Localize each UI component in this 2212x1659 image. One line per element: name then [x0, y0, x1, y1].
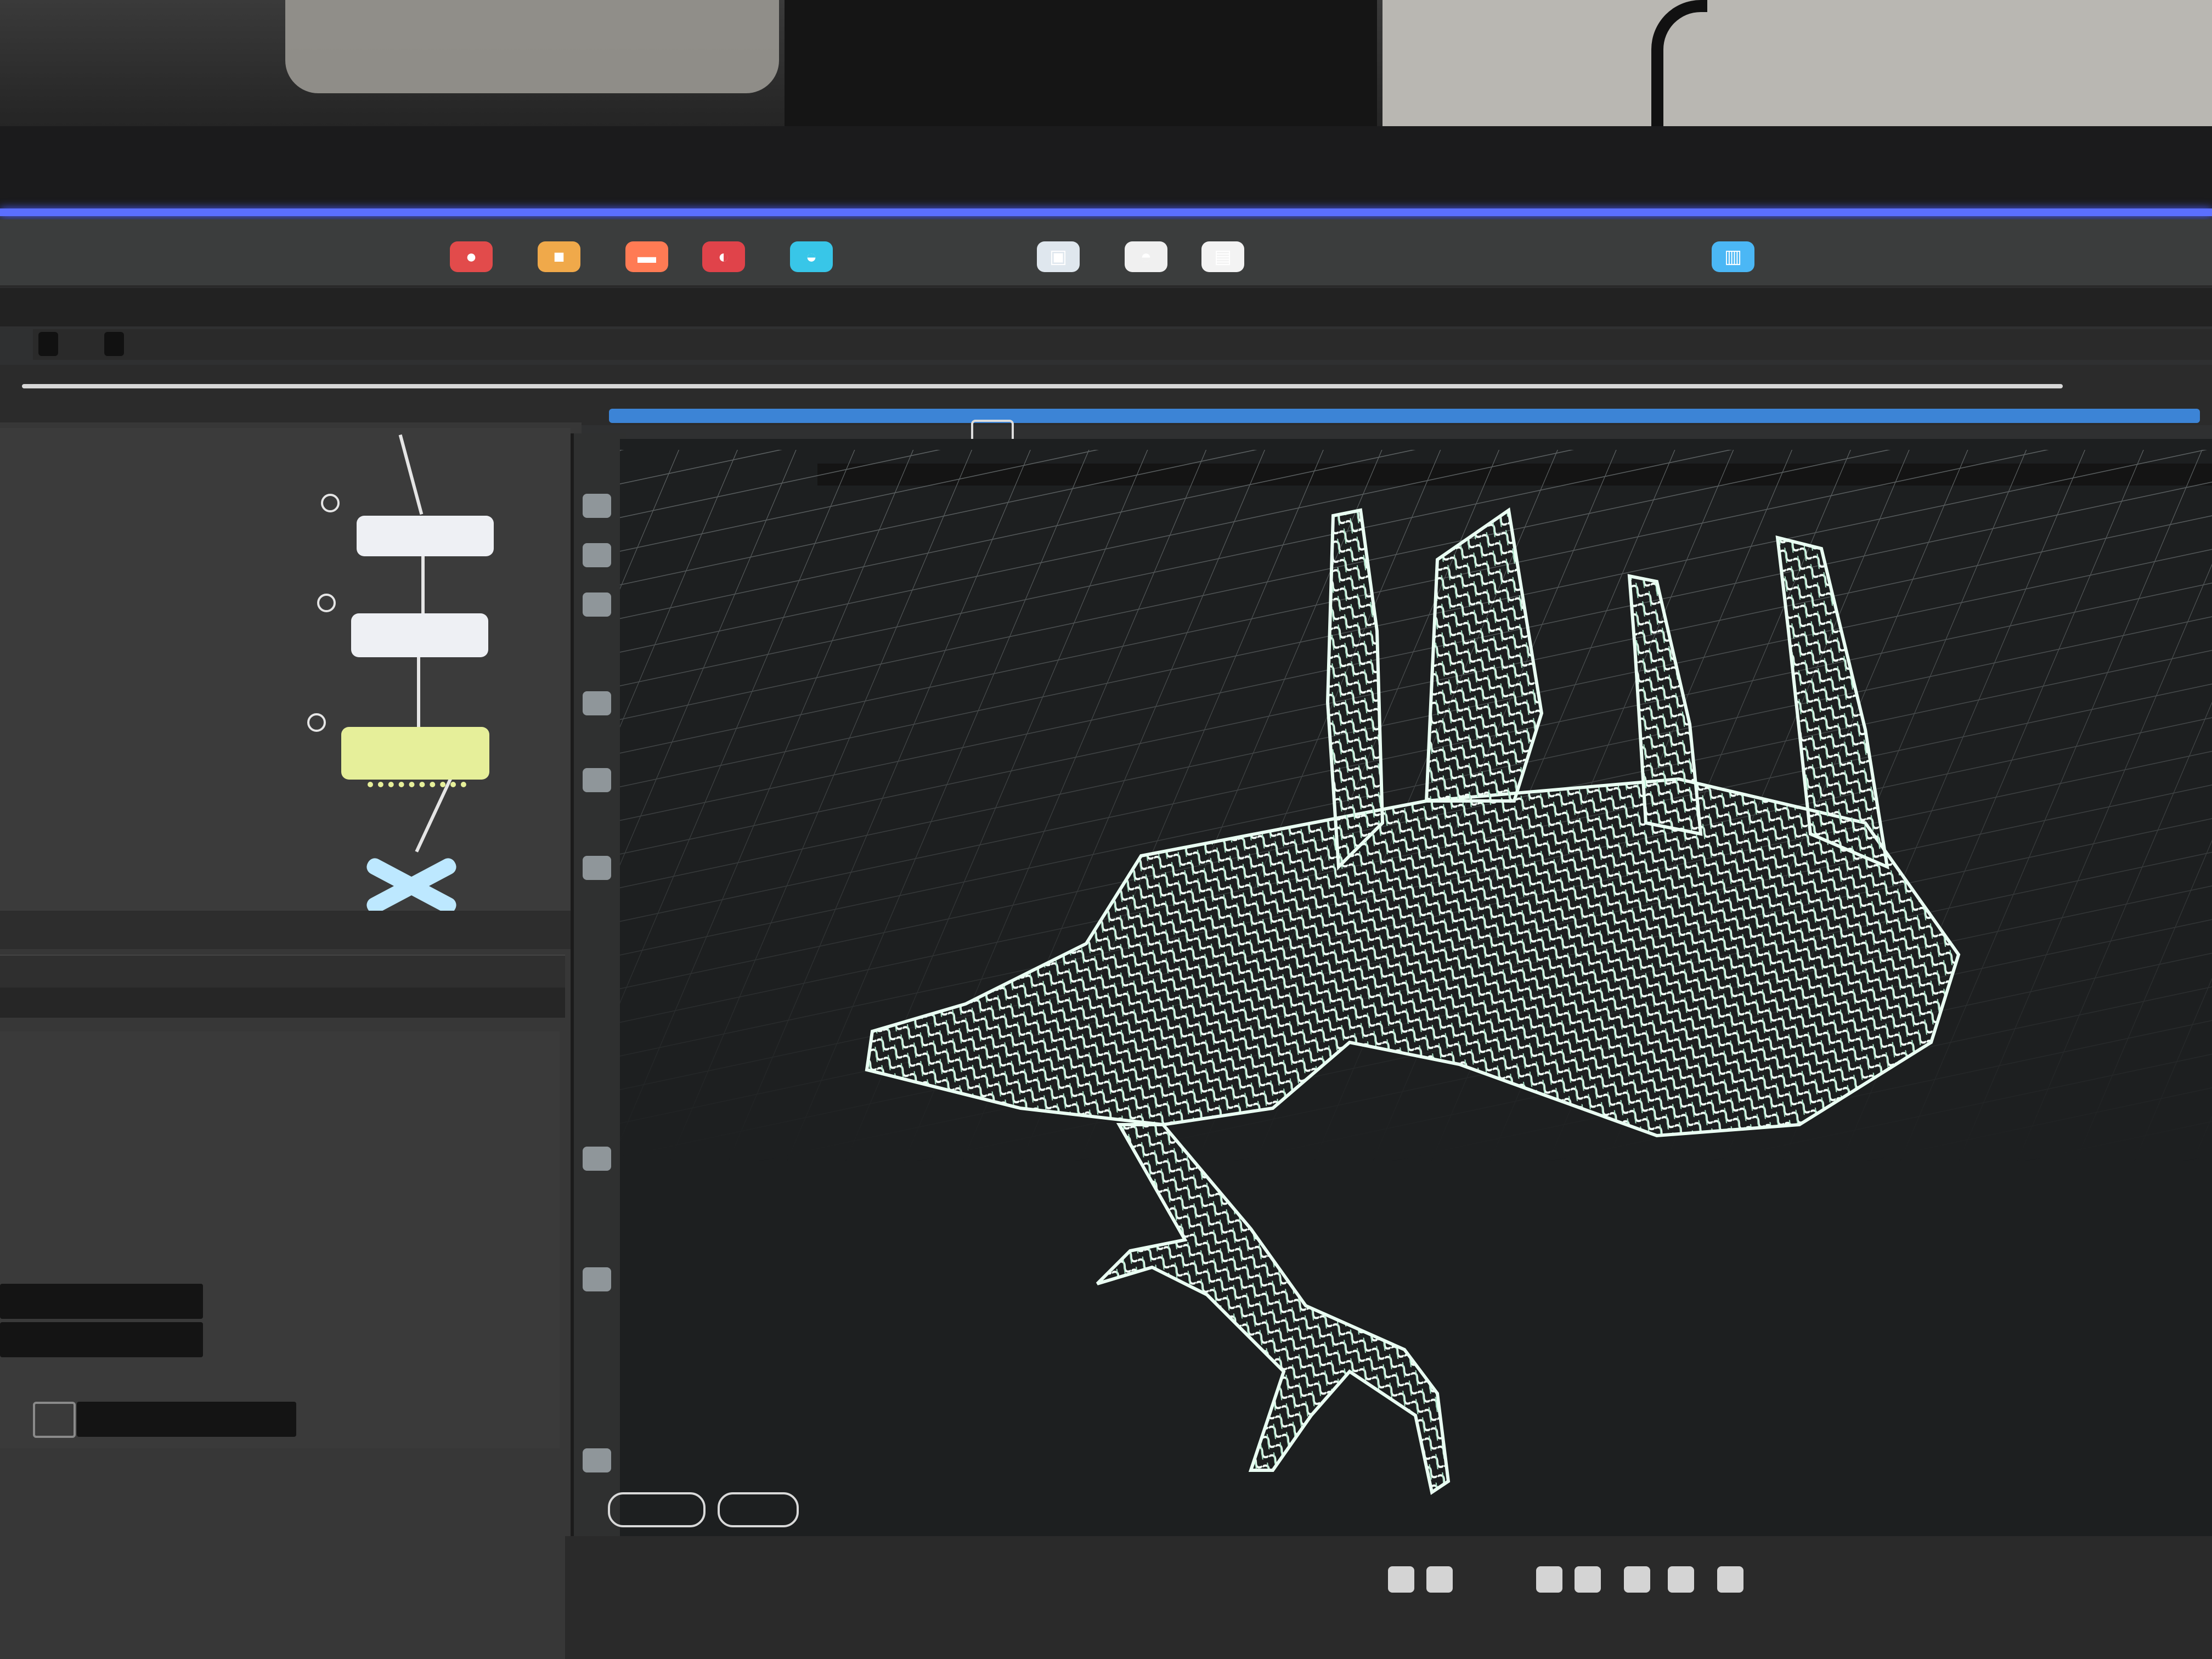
- node-editor[interactable]: [0, 428, 571, 911]
- camera-option-icon[interactable]: [1717, 1566, 1743, 1593]
- tool-render[interactable]: ▥: [1712, 241, 1754, 272]
- lighting-option-icon[interactable]: [1575, 1566, 1601, 1593]
- mount-node[interactable]: [341, 727, 489, 780]
- mesh-leg: [1325, 508, 1385, 871]
- box-icon: ■: [553, 246, 565, 267]
- wireframe-option-icon[interactable]: [1536, 1566, 1562, 1593]
- tube-icon: ▬: [637, 246, 656, 267]
- viewport-button-1[interactable]: [608, 1492, 706, 1527]
- param-field-3[interactable]: [77, 1402, 296, 1437]
- grid-option-icon[interactable]: [1668, 1566, 1694, 1593]
- sphere-icon: ●: [465, 246, 477, 267]
- background-monitor: [785, 0, 1377, 126]
- tool-grid[interactable]: ▤: [1201, 241, 1244, 272]
- node-1[interactable]: [357, 516, 494, 556]
- viewport-button-2[interactable]: [718, 1492, 799, 1527]
- shelf-tabs-row: [0, 288, 2212, 326]
- shelf-toolbar: [0, 219, 2212, 287]
- tool-sphere[interactable]: ●: [450, 241, 493, 272]
- camera-tool-icon[interactable]: [583, 1448, 611, 1472]
- tool-tube[interactable]: ▬: [625, 241, 668, 272]
- mesh-neck: [1096, 1123, 1451, 1495]
- tool-light[interactable]: ◒: [790, 241, 833, 272]
- status-bar: [565, 1536, 2212, 1659]
- tool-null[interactable]: ◓: [1125, 241, 1167, 272]
- scale-tool-icon[interactable]: [583, 691, 611, 715]
- node-editor-toolbar: [0, 911, 571, 949]
- parameter-header: [0, 988, 565, 1018]
- monitor-bezel: [0, 126, 2212, 219]
- select-tool-icon[interactable]: [583, 494, 611, 518]
- param-field-1[interactable]: [0, 1284, 203, 1319]
- mesh-leg: [1424, 507, 1544, 803]
- node-wire: [417, 653, 420, 730]
- node-1-indicator: [321, 494, 340, 512]
- wireframe-mesh-model[interactable]: [856, 494, 2008, 1514]
- node-2-indicator: [317, 594, 336, 612]
- timeline-header: [33, 329, 2212, 360]
- frame-end-field[interactable]: [104, 332, 124, 356]
- null-icon: ◓: [1140, 246, 1152, 267]
- timeline-progress-bar[interactable]: [609, 409, 2200, 423]
- pose-tool-icon[interactable]: [583, 856, 611, 880]
- tool-box[interactable]: ■: [538, 241, 580, 272]
- grid-icon: ▤: [1214, 246, 1232, 267]
- mount-node-indicator: [307, 713, 326, 732]
- tool-curve[interactable]: ◐: [702, 241, 745, 272]
- node-2[interactable]: [351, 613, 488, 657]
- handle-tool-icon[interactable]: [583, 768, 611, 792]
- background-wall: [285, 0, 779, 93]
- curve-icon: ◐: [718, 246, 730, 267]
- output-node[interactable]: [362, 855, 461, 917]
- tool-camera[interactable]: ▣: [1037, 241, 1080, 272]
- render-icon: ▥: [1724, 246, 1742, 267]
- move-tool-icon[interactable]: [583, 543, 611, 567]
- parameter-panel: [0, 1031, 560, 1448]
- snap-tool-icon[interactable]: [583, 1147, 611, 1171]
- camera-icon: ▣: [1049, 246, 1068, 267]
- param-field-2[interactable]: [0, 1322, 203, 1357]
- rotate-tool-icon[interactable]: [583, 592, 611, 617]
- node-wire: [421, 554, 425, 620]
- light-icon: ◒: [805, 246, 817, 267]
- display-option-icon[interactable]: [1388, 1566, 1414, 1593]
- mesh-body: [865, 777, 1961, 1138]
- snap-option-icon[interactable]: [1624, 1566, 1650, 1593]
- frame-start-field[interactable]: [38, 332, 58, 356]
- shading-option-icon[interactable]: [1426, 1566, 1453, 1593]
- param-toggle[interactable]: [33, 1402, 76, 1438]
- display-tool-icon[interactable]: [583, 1267, 611, 1291]
- mount-node-ports: [368, 782, 466, 795]
- params-toolbar: [0, 955, 565, 989]
- window-accent-bar: [0, 208, 2212, 216]
- timeline-track[interactable]: [22, 384, 2063, 388]
